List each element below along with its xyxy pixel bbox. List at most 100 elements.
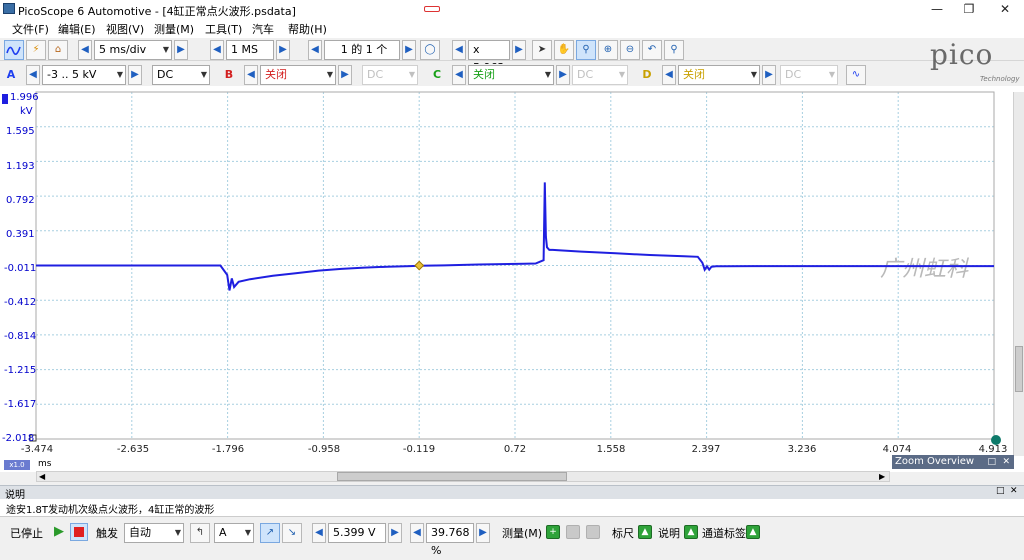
falling-edge-icon[interactable]: ↘ — [282, 523, 302, 543]
buffer-select[interactable]: 1 的 1 个 — [324, 40, 400, 60]
samples-prev-button[interactable]: ◀ — [210, 40, 224, 60]
channel-options-icon[interactable]: ∿ — [846, 65, 866, 85]
chevron-down-icon: ▼ — [618, 70, 625, 79]
timebase-prev-button[interactable]: ◀ — [78, 40, 92, 60]
y-tick-5: -0.011 — [4, 263, 37, 274]
chevron-down-icon: ▼ — [244, 528, 251, 537]
pin-icon[interactable]: □ — [996, 486, 1005, 496]
coupling-a-value: DC — [157, 68, 174, 81]
undo-zoom-icon[interactable]: ↶ — [642, 40, 662, 60]
run-icon[interactable]: ▶ — [54, 524, 64, 539]
range-a-next-button[interactable]: ▶ — [128, 65, 142, 85]
channel-c-label[interactable]: C — [430, 65, 444, 85]
scroll-thumb[interactable] — [337, 472, 567, 481]
trigger-mode-select[interactable]: 自动 ▼ — [124, 523, 184, 543]
vertical-scrollbar[interactable] — [1013, 92, 1024, 456]
range-b-next-button[interactable]: ▶ — [338, 65, 352, 85]
range-c-select[interactable]: 关闭 ▼ — [468, 65, 554, 85]
scroll-left-icon[interactable]: ◀ — [39, 472, 45, 481]
y-tick-3: 0.792 — [6, 195, 35, 206]
menu-view[interactable]: 视图(V) — [106, 21, 144, 37]
y-tick-6: -0.412 — [4, 297, 37, 308]
scope-mode-icon[interactable] — [4, 40, 24, 60]
chevron-down-icon: ▼ — [162, 45, 169, 54]
ruler-icon[interactable]: ▲ — [638, 525, 652, 539]
zoom-fit-icon[interactable]: ⚲ — [664, 40, 684, 60]
pointer-icon[interactable]: ➤ — [532, 40, 552, 60]
coupling-d-value: DC — [785, 68, 802, 81]
restore-handle-icon[interactable] — [421, 0, 443, 18]
range-a-prev-button[interactable]: ◀ — [26, 65, 40, 85]
add-measurement-icon[interactable]: + — [546, 525, 560, 539]
channel-d-label[interactable]: D — [640, 65, 654, 85]
channel-labels-icon[interactable]: ▲ — [746, 525, 760, 539]
range-b-select[interactable]: 关闭 ▼ — [260, 65, 336, 85]
range-c-prev-button[interactable]: ◀ — [452, 65, 466, 85]
coupling-a-select[interactable]: DC ▼ — [152, 65, 210, 85]
home-icon[interactable]: ⌂ — [48, 40, 68, 60]
range-d-prev-button[interactable]: ◀ — [662, 65, 676, 85]
pin-icon[interactable]: □ — [987, 455, 996, 469]
menu-help[interactable]: 帮助(H) — [288, 21, 327, 37]
x-scale-badge[interactable]: x1.0 — [4, 460, 30, 470]
menu-bar: 文件(F) 编辑(E) 视图(V) 测量(M) 工具(T) 汽车 帮助(H) — [0, 18, 1024, 38]
description-box[interactable]: 途安1.8T发动机次级点火波形，4缸正常的波形 — [0, 499, 1024, 517]
x-tick-5: 0.72 — [503, 444, 527, 455]
range-d-select[interactable]: 关闭 ▼ — [678, 65, 760, 85]
x-tick-9: 4.074 — [882, 444, 912, 455]
zoom-out-icon[interactable]: ⊖ — [620, 40, 640, 60]
close-icon[interactable]: ✕ — [1010, 486, 1018, 496]
minimize-button[interactable]: — — [920, 0, 954, 18]
zoom-factor-field[interactable]: x 5.962 — [468, 40, 510, 74]
close-icon[interactable]: ✕ — [1002, 455, 1010, 469]
buffer-next-button[interactable]: ▶ — [402, 40, 416, 60]
horizontal-scrollbar[interactable]: ◀ ▶ — [36, 471, 890, 482]
timebase-next-button[interactable]: ▶ — [174, 40, 188, 60]
range-c-next-button[interactable]: ▶ — [556, 65, 570, 85]
stop-button[interactable] — [70, 523, 88, 541]
app-icon — [3, 3, 15, 14]
trigger-level-next-button[interactable]: ▶ — [388, 523, 402, 543]
range-b-prev-button[interactable]: ◀ — [244, 65, 258, 85]
menu-edit[interactable]: 编辑(E) — [58, 21, 96, 37]
samples-next-button[interactable]: ▶ — [276, 40, 290, 60]
zoom-overview-title: Zoom Overview — [895, 456, 975, 467]
range-a-select[interactable]: -3 .. 5 kV ▼ — [42, 65, 126, 85]
menu-auto[interactable]: 汽车 — [252, 21, 274, 37]
buffer-prev-button[interactable]: ◀ — [308, 40, 322, 60]
trigger-level-prev-button[interactable]: ◀ — [312, 523, 326, 543]
pretrigger-next-button[interactable]: ▶ — [476, 523, 490, 543]
waveform-chart[interactable]: 广州虹科 — [0, 86, 1024, 472]
bottom-toolbar: 已停止 ▶ 触发 自动 ▼ ↰ A ▼ ↗ ↘ ◀ 5.399 V ▶ ◀ 39.7… — [0, 520, 1024, 557]
trigger-level-field[interactable]: 5.399 V — [328, 523, 386, 543]
compass-icon[interactable]: ◯ — [420, 40, 440, 60]
menu-tools[interactable]: 工具(T) — [205, 21, 242, 37]
timebase-select[interactable]: 5 ms/div ▼ — [94, 40, 172, 60]
zoom-in-icon[interactable]: ⊕ — [598, 40, 618, 60]
lightning-icon[interactable]: ⚡ — [26, 40, 46, 60]
pretrigger-field[interactable]: 39.768 % — [426, 523, 474, 557]
range-c-value: 关闭 — [473, 68, 495, 81]
channel-b-label[interactable]: B — [222, 65, 236, 85]
zoom-select-icon[interactable]: ⚲ — [576, 40, 596, 60]
zoom-next-button[interactable]: ▶ — [512, 40, 526, 60]
zoom-prev-button[interactable]: ◀ — [452, 40, 466, 60]
trigger-channel-select[interactable]: A ▼ — [214, 523, 254, 543]
vscroll-thumb[interactable] — [1015, 346, 1023, 392]
close-button[interactable]: ✕ — [988, 0, 1022, 18]
menu-file[interactable]: 文件(F) — [12, 21, 49, 37]
notes-icon[interactable]: ▲ — [684, 525, 698, 539]
channel-a-label[interactable]: A — [4, 65, 18, 85]
pretrigger-prev-button[interactable]: ◀ — [410, 523, 424, 543]
menu-measure[interactable]: 测量(M) — [154, 21, 194, 37]
scroll-right-icon[interactable]: ▶ — [879, 472, 885, 481]
chevron-down-icon: ▼ — [200, 70, 207, 79]
description-header: 说明 □ ✕ — [0, 485, 1024, 501]
hand-icon[interactable]: ✋ — [554, 40, 574, 60]
maximize-button[interactable]: ❐ — [952, 0, 986, 18]
zoom-overview-panel[interactable]: Zoom Overview □ ✕ — [892, 455, 1014, 469]
range-d-next-button[interactable]: ▶ — [762, 65, 776, 85]
rising-edge-icon[interactable]: ↗ — [260, 523, 280, 543]
trigger-edge-icon[interactable]: ↰ — [190, 523, 210, 543]
samples-select[interactable]: 1 MS — [226, 40, 274, 60]
